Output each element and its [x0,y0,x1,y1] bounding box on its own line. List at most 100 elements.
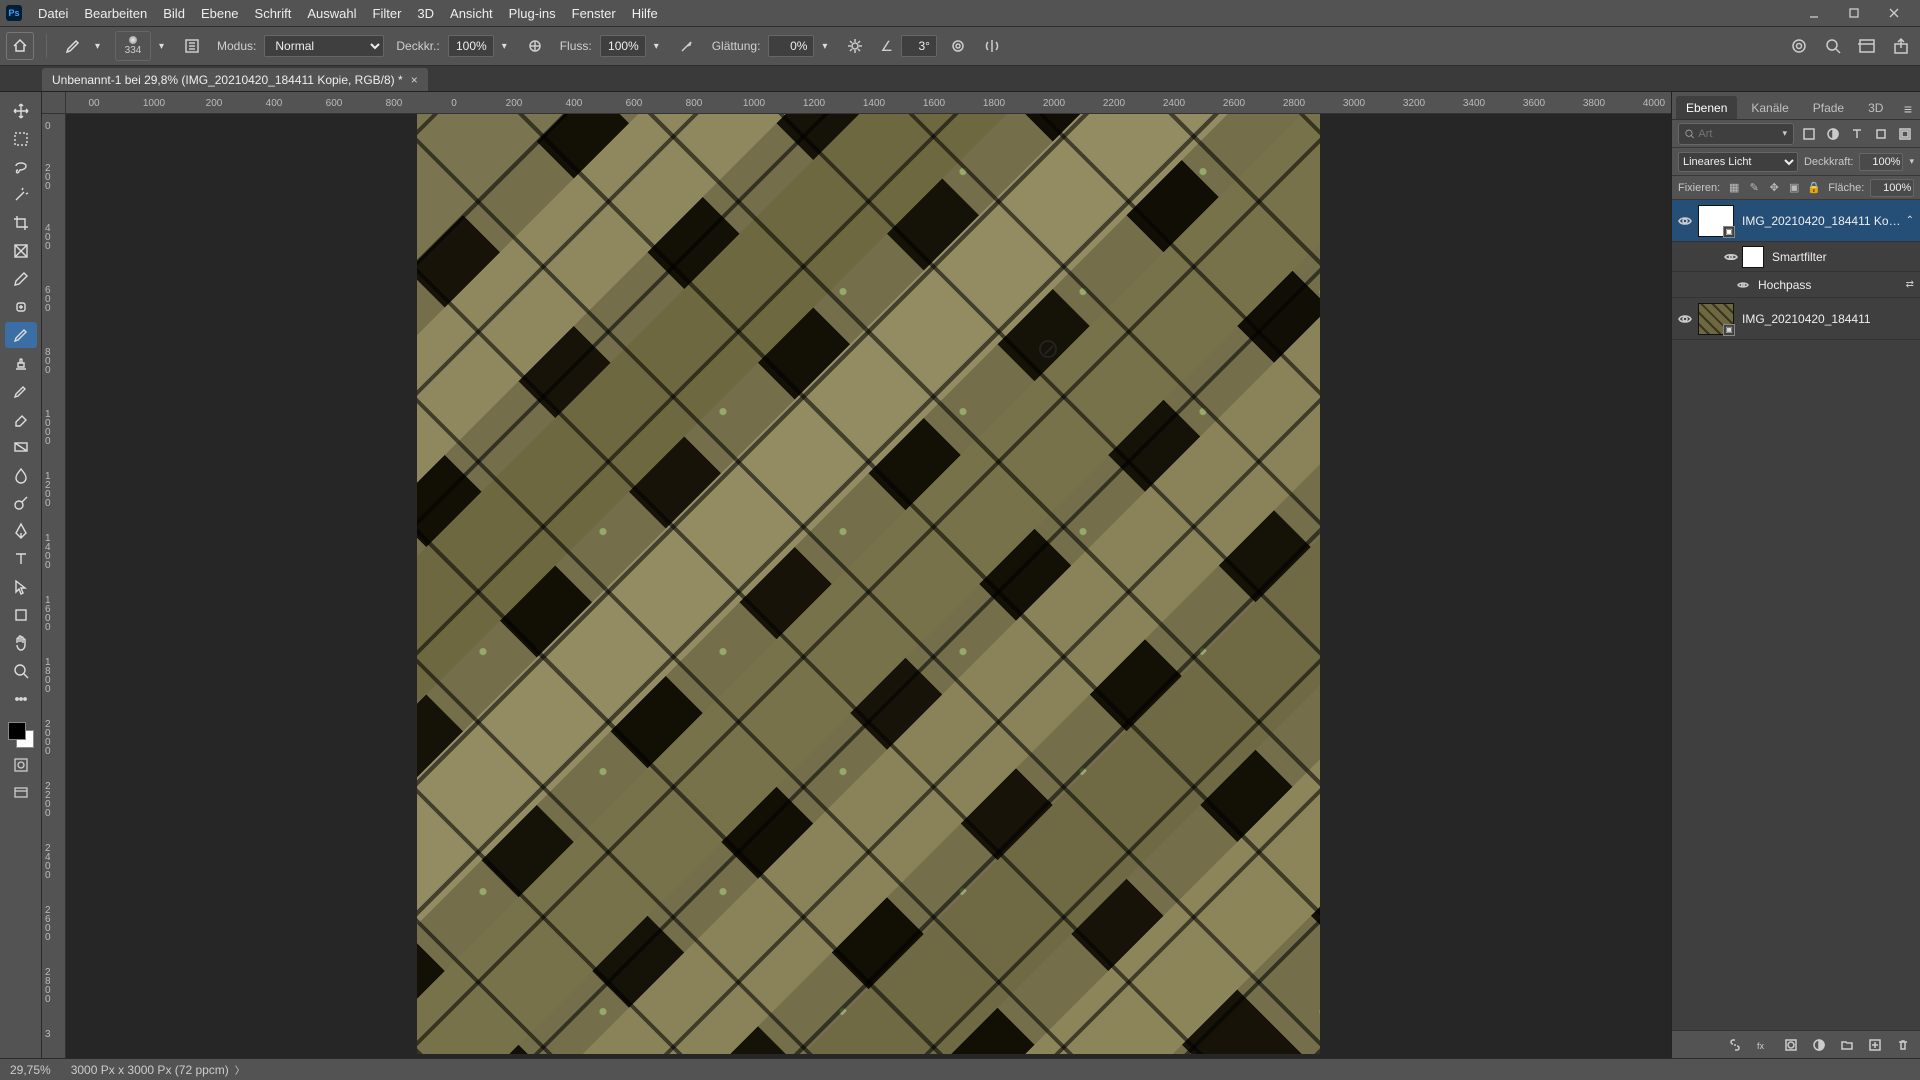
eraser-tool[interactable] [5,406,37,432]
move-tool[interactable] [5,98,37,124]
symmetry-icon[interactable] [979,33,1005,59]
menu-auswahl[interactable]: Auswahl [299,2,364,25]
layer-visibility-toggle[interactable] [1672,311,1698,327]
layer-filter-search[interactable]: ▾ [1678,123,1794,145]
foreground-color-swatch[interactable] [8,722,26,740]
filter-smart-icon[interactable] [1896,125,1914,143]
menu-hilfe[interactable]: Hilfe [624,2,666,25]
smoothing-chevron-icon[interactable]: ▾ [822,41,834,52]
eyedropper-tool[interactable] [5,266,37,292]
path-select-tool[interactable] [5,574,37,600]
layer-name[interactable]: IMG_20210420_184411 Kopie [1742,214,1902,228]
tool-preset-chevron-icon[interactable]: ▾ [95,41,107,52]
doc-info[interactable]: 3000 Px x 3000 Px (72 ppcm)〉 [71,1062,245,1077]
lock-paint-icon[interactable]: ✎ [1746,180,1762,196]
type-tool[interactable] [5,546,37,572]
home-button[interactable] [6,32,34,60]
new-layer-icon[interactable] [1866,1036,1884,1054]
quickmask-toggle[interactable] [5,752,37,778]
delete-layer-icon[interactable] [1894,1036,1912,1054]
fx-icon[interactable]: fx [1754,1036,1772,1054]
menu-filter[interactable]: Filter [365,2,410,25]
search-icon[interactable] [1820,33,1846,59]
brush-tool[interactable] [5,322,37,348]
lock-position-icon[interactable]: ✥ [1766,180,1782,196]
smoothing-gear-icon[interactable] [842,33,868,59]
smartfilter-item[interactable]: Hochpass ⇄ [1672,272,1920,298]
brush-chevron-icon[interactable]: ▾ [159,41,171,52]
share-icon[interactable] [1888,33,1914,59]
menu-fenster[interactable]: Fenster [564,2,624,25]
panel-tab-kanaele[interactable]: Kanäle [1741,96,1798,119]
layer-filter-input[interactable] [1698,128,1778,140]
brush-preset-picker[interactable]: 334 [115,31,151,61]
ruler-vertical[interactable]: 0200400600800100012001400160018002000220… [42,114,66,1058]
dodge-tool[interactable] [5,490,37,516]
filter-disclosure-icon[interactable]: ⌃ [1906,215,1914,226]
layer-opacity-chevron-icon[interactable]: ▾ [1909,156,1914,167]
layer-blend-mode-select[interactable]: Lineares Licht [1678,152,1798,172]
link-layers-icon[interactable] [1726,1036,1744,1054]
filter-shape-icon[interactable] [1872,125,1890,143]
airbrush-icon[interactable] [674,33,700,59]
flow-input[interactable] [600,35,646,57]
opacity-chevron-icon[interactable]: ▾ [502,41,514,52]
stamp-tool[interactable] [5,350,37,376]
lock-transparent-icon[interactable]: ▦ [1726,180,1742,196]
shape-tool[interactable] [5,602,37,628]
smoothing-input[interactable] [768,35,814,57]
color-swatches[interactable] [6,720,36,750]
filter-chevron-icon[interactable]: ▾ [1782,128,1787,139]
zoom-tool[interactable] [5,658,37,684]
panel-tab-3d[interactable]: 3D [1858,96,1893,119]
filter-visibility-toggle[interactable] [1720,250,1742,264]
history-brush-tool[interactable] [5,378,37,404]
fill-input[interactable] [1870,179,1914,197]
layer-row[interactable]: ▣ IMG_20210420_184411 Kopie ⌃ [1672,200,1920,242]
filter-mask-thumb[interactable] [1742,246,1764,268]
blend-mode-select[interactable]: Normal [264,35,384,57]
menu-datei[interactable]: Datei [30,2,76,25]
zoom-level[interactable]: 29,75% [10,1063,51,1077]
layer-name[interactable]: IMG_20210420_184411 [1742,312,1914,326]
mask-icon[interactable] [1782,1036,1800,1054]
panel-tab-pfade[interactable]: Pfade [1803,96,1854,119]
filter-adjust-icon[interactable] [1824,125,1842,143]
group-icon[interactable] [1838,1036,1856,1054]
canvas-stage[interactable] [66,114,1671,1058]
smartfilter-item-name[interactable]: Hochpass [1758,278,1811,292]
smartfilter-item-visibility[interactable] [1734,279,1752,291]
filter-type-icon[interactable] [1848,125,1866,143]
window-maximize-button[interactable] [1834,0,1874,26]
lock-all-icon[interactable]: 🔒 [1806,180,1822,196]
opacity-input[interactable] [448,35,494,57]
menu-ansicht[interactable]: Ansicht [442,2,501,25]
layer-row[interactable]: ▣ IMG_20210420_184411 [1672,298,1920,340]
panel-tab-ebenen[interactable]: Ebenen [1676,96,1737,119]
menu-schrift[interactable]: Schrift [247,2,300,25]
blur-tool[interactable] [5,462,37,488]
workspace-icon[interactable] [1854,33,1880,59]
ruler-origin[interactable] [42,92,66,114]
screenmode-toggle[interactable] [5,780,37,806]
pen-tool[interactable] [5,518,37,544]
window-minimize-button[interactable] [1794,0,1834,26]
toolbox-more-icon[interactable] [5,686,37,712]
crop-tool[interactable] [5,210,37,236]
gradient-tool[interactable] [5,434,37,460]
angle-input[interactable] [901,35,937,57]
wand-tool[interactable] [5,182,37,208]
brush-panel-toggle-icon[interactable] [179,33,205,59]
menu-bild[interactable]: Bild [155,2,193,25]
opacity-pressure-icon[interactable] [522,33,548,59]
menu-plugins[interactable]: Plug-ins [501,2,564,25]
lasso-tool[interactable] [5,154,37,180]
ruler-horizontal[interactable]: 0010002004006008000200400600800100012001… [42,92,1671,114]
filter-blend-icon[interactable]: ⇄ [1906,279,1914,290]
filter-pixel-icon[interactable] [1800,125,1818,143]
menu-bearbeiten[interactable]: Bearbeiten [76,2,155,25]
hand-tool[interactable] [5,630,37,656]
window-close-button[interactable] [1874,0,1914,26]
layer-visibility-toggle[interactable] [1672,213,1698,229]
docinfo-chevron-icon[interactable]: 〉 [235,1066,245,1077]
